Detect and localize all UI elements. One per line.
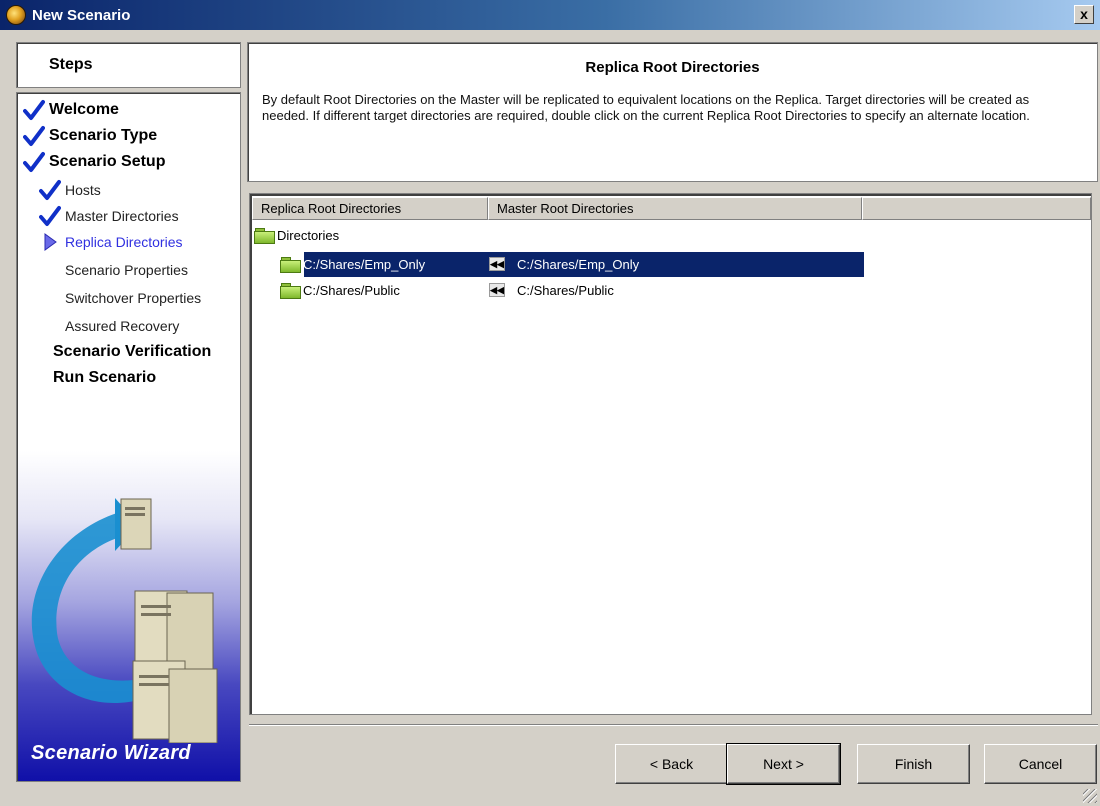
resize-grip[interactable] xyxy=(1083,789,1097,803)
step-spacer xyxy=(39,259,61,281)
tree-root[interactable]: Directories xyxy=(254,223,339,247)
page-description: By default Root Directories on the Maste… xyxy=(262,92,1030,123)
open-folder-icon xyxy=(254,228,275,244)
step-label: Scenario Type xyxy=(49,127,158,144)
step-spacer xyxy=(23,341,49,363)
steps-header: Steps xyxy=(16,42,241,88)
step-label: Switchover Properties xyxy=(65,290,202,306)
step-item: Scenario Type xyxy=(23,123,157,149)
step-label: Run Scenario xyxy=(53,369,157,386)
step-label: Scenario Properties xyxy=(65,262,188,278)
master-path: C:/Shares/Emp_Only xyxy=(517,256,640,272)
step-label: Assured Recovery xyxy=(65,318,180,334)
directory-row[interactable]: C:/Shares/Public ◀◀ C:/Shares/Public xyxy=(280,278,614,302)
checkmark-icon xyxy=(39,205,61,227)
back-button[interactable]: < Back xyxy=(615,744,728,784)
step-item: Hosts xyxy=(39,177,101,203)
cancel-button[interactable]: Cancel xyxy=(984,744,1097,784)
replica-path[interactable]: C:/Shares/Emp_Only xyxy=(303,257,489,272)
checkmark-icon xyxy=(23,151,45,173)
step-spacer xyxy=(39,315,61,337)
finish-button[interactable]: Finish xyxy=(857,744,970,784)
title-bar: New Scenario x xyxy=(0,0,1100,30)
window-title: New Scenario xyxy=(32,6,131,24)
step-spacer xyxy=(39,287,61,309)
step-item: Scenario Verification xyxy=(23,339,211,365)
column-header-replica[interactable]: Replica Root Directories xyxy=(252,197,488,220)
folder-icon xyxy=(280,283,301,299)
step-item: Assured Recovery xyxy=(39,313,179,339)
column-header-master[interactable]: Master Root Directories xyxy=(488,197,862,220)
server-stack-icon xyxy=(132,590,218,743)
server-icon xyxy=(120,498,152,550)
step-item: Scenario Properties xyxy=(39,257,188,283)
step-item: Master Directories xyxy=(39,203,179,229)
column-header-empty xyxy=(862,197,1091,220)
steps-title: Steps xyxy=(49,56,93,73)
tree-root-label: Directories xyxy=(277,227,340,243)
master-path: C:/Shares/Public xyxy=(517,282,614,298)
checkmark-icon xyxy=(23,99,45,121)
checkmark-icon xyxy=(23,125,45,147)
current-step-arrow-icon xyxy=(39,231,61,253)
page-title: Replica Root Directories xyxy=(585,59,760,76)
description-panel: Replica Root Directories By default Root… xyxy=(247,42,1098,182)
step-label: Scenario Verification xyxy=(53,343,212,360)
step-item: Run Scenario xyxy=(23,365,156,391)
server-illustration xyxy=(31,498,218,743)
button-separator xyxy=(249,724,1098,726)
app-icon xyxy=(6,5,26,25)
steps-panel: Welcome Scenario Type Scenario Setup Hosts M… xyxy=(16,92,241,782)
step-item: Replica Directories xyxy=(39,229,182,255)
step-item: Welcome xyxy=(23,97,119,123)
wizard-caption: Scenario Wizard xyxy=(31,742,191,764)
next-button[interactable]: Next > xyxy=(726,743,841,785)
replica-path[interactable]: C:/Shares/Public xyxy=(303,283,489,298)
directory-row[interactable]: C:/Shares/Emp_Only ◀◀ C:/Shares/Emp_Only xyxy=(280,252,639,276)
step-spacer xyxy=(23,367,49,389)
step-item: Scenario Setup xyxy=(23,149,165,175)
step-label: Master Directories xyxy=(65,208,179,224)
step-label: Welcome xyxy=(49,101,119,118)
checkmark-icon xyxy=(39,179,61,201)
close-button[interactable]: x xyxy=(1074,5,1094,24)
directory-list[interactable]: Replica Root Directories Master Root Dir… xyxy=(249,193,1092,715)
step-label: Hosts xyxy=(65,182,101,198)
folder-icon xyxy=(280,257,301,273)
step-item: Switchover Properties xyxy=(39,285,201,311)
rewind-arrow-icon: ◀◀ xyxy=(489,283,505,297)
rewind-arrow-icon: ◀◀ xyxy=(489,257,505,271)
step-label: Scenario Setup xyxy=(49,153,166,170)
step-label: Replica Directories xyxy=(65,234,183,250)
